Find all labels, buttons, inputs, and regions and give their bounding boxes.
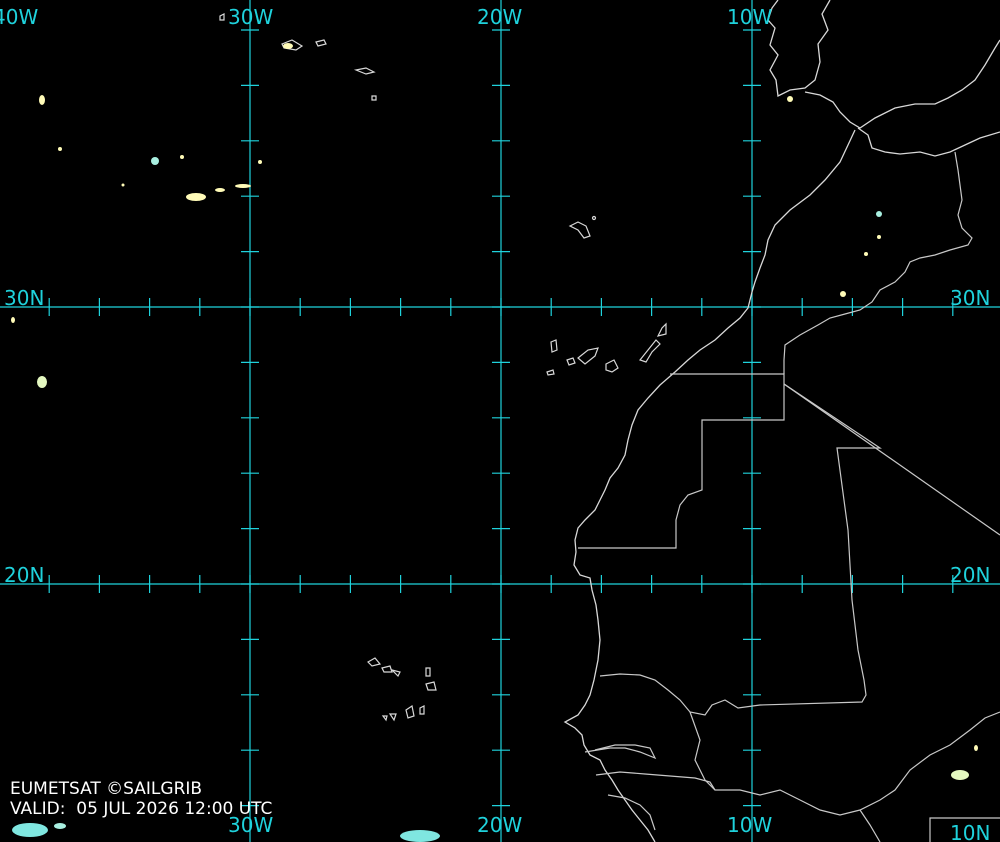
cloud-patch: [235, 184, 251, 188]
label-lon-10w-top: 10W: [727, 5, 772, 29]
cloud-patch: [39, 95, 45, 105]
cloud-patch: [864, 252, 868, 256]
cloud-patch: [283, 43, 293, 49]
source-credit: EUMETSAT ©SAILGRIB: [10, 779, 203, 799]
label-lat-10n-right: 10N: [950, 821, 990, 842]
label-lon-20w-top: 20W: [477, 5, 522, 29]
valid-label: VALID:: [10, 799, 66, 819]
cloud-patch: [12, 823, 48, 837]
map-background: [0, 0, 1000, 842]
cloud-patch: [840, 291, 846, 297]
cloud-patch: [151, 157, 159, 165]
label-lat-20n-left: 20N: [4, 563, 44, 587]
cloud-patch: [186, 193, 206, 201]
cloud-patch: [787, 96, 793, 102]
cloud-patch: [11, 317, 15, 323]
valid-line: VALID: 05 JUL 2026 12:00 UTC: [10, 799, 272, 819]
cloud-patch: [258, 160, 262, 164]
cloud-patch: [877, 235, 881, 239]
label-lat-30n-left: 30N: [4, 286, 44, 310]
label-lat-20n-right: 20N: [950, 563, 990, 587]
cloud-patch: [180, 155, 184, 159]
label-lat-30n-right: 30N: [950, 286, 990, 310]
label-lon-10w-bottom: 10W: [727, 813, 772, 837]
cloud-patch: [121, 183, 125, 187]
satellite-map: 40W 30W 20W 10W 30W 20W 10W 30N 30N 20N …: [0, 0, 1000, 842]
cloud-patch: [54, 823, 66, 829]
cloud-patch: [37, 376, 47, 388]
label-lon-20w-bottom: 20W: [477, 813, 522, 837]
cloud-patch: [215, 188, 225, 192]
cloud-patch: [58, 147, 62, 151]
cloud-patch: [876, 211, 882, 217]
valid-time: 05 JUL 2026 12:00 UTC: [76, 799, 273, 819]
label-lon-30w-top: 30W: [228, 5, 273, 29]
cloud-patch: [974, 745, 978, 751]
cloud-patch: [400, 830, 440, 842]
caption: EUMETSAT ©SAILGRIB VALID: 05 JUL 2026 12…: [10, 779, 272, 819]
label-lon-40w-top: 40W: [0, 5, 38, 29]
cloud-patch: [951, 770, 969, 780]
